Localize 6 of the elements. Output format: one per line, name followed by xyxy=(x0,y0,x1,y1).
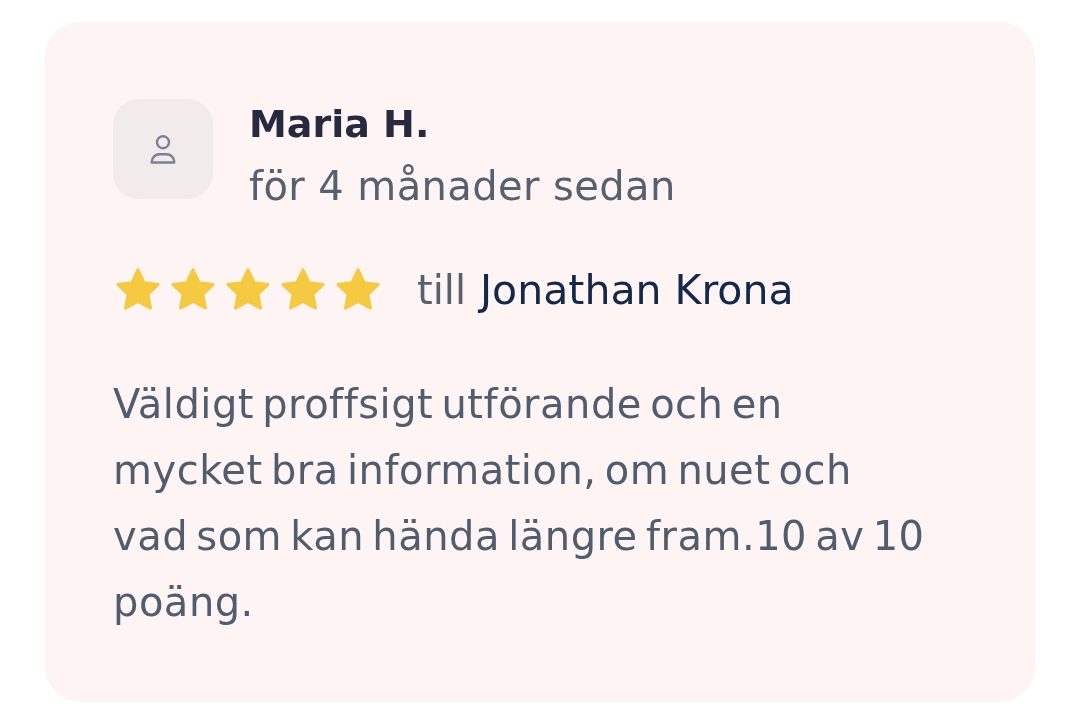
review-time: för 4 månader sedan xyxy=(249,162,676,211)
recipient-prefix: till xyxy=(417,267,467,313)
author-name: Maria H. xyxy=(249,101,430,148)
review-text: Väldigt proffsigt utförande och en mycket bra information, om nuet och vad som kan hända längre fram.10 av 10 poäng. xyxy=(113,380,926,627)
recipient-link[interactable]: Jonathan Krona xyxy=(480,266,794,314)
user-icon xyxy=(113,99,213,199)
